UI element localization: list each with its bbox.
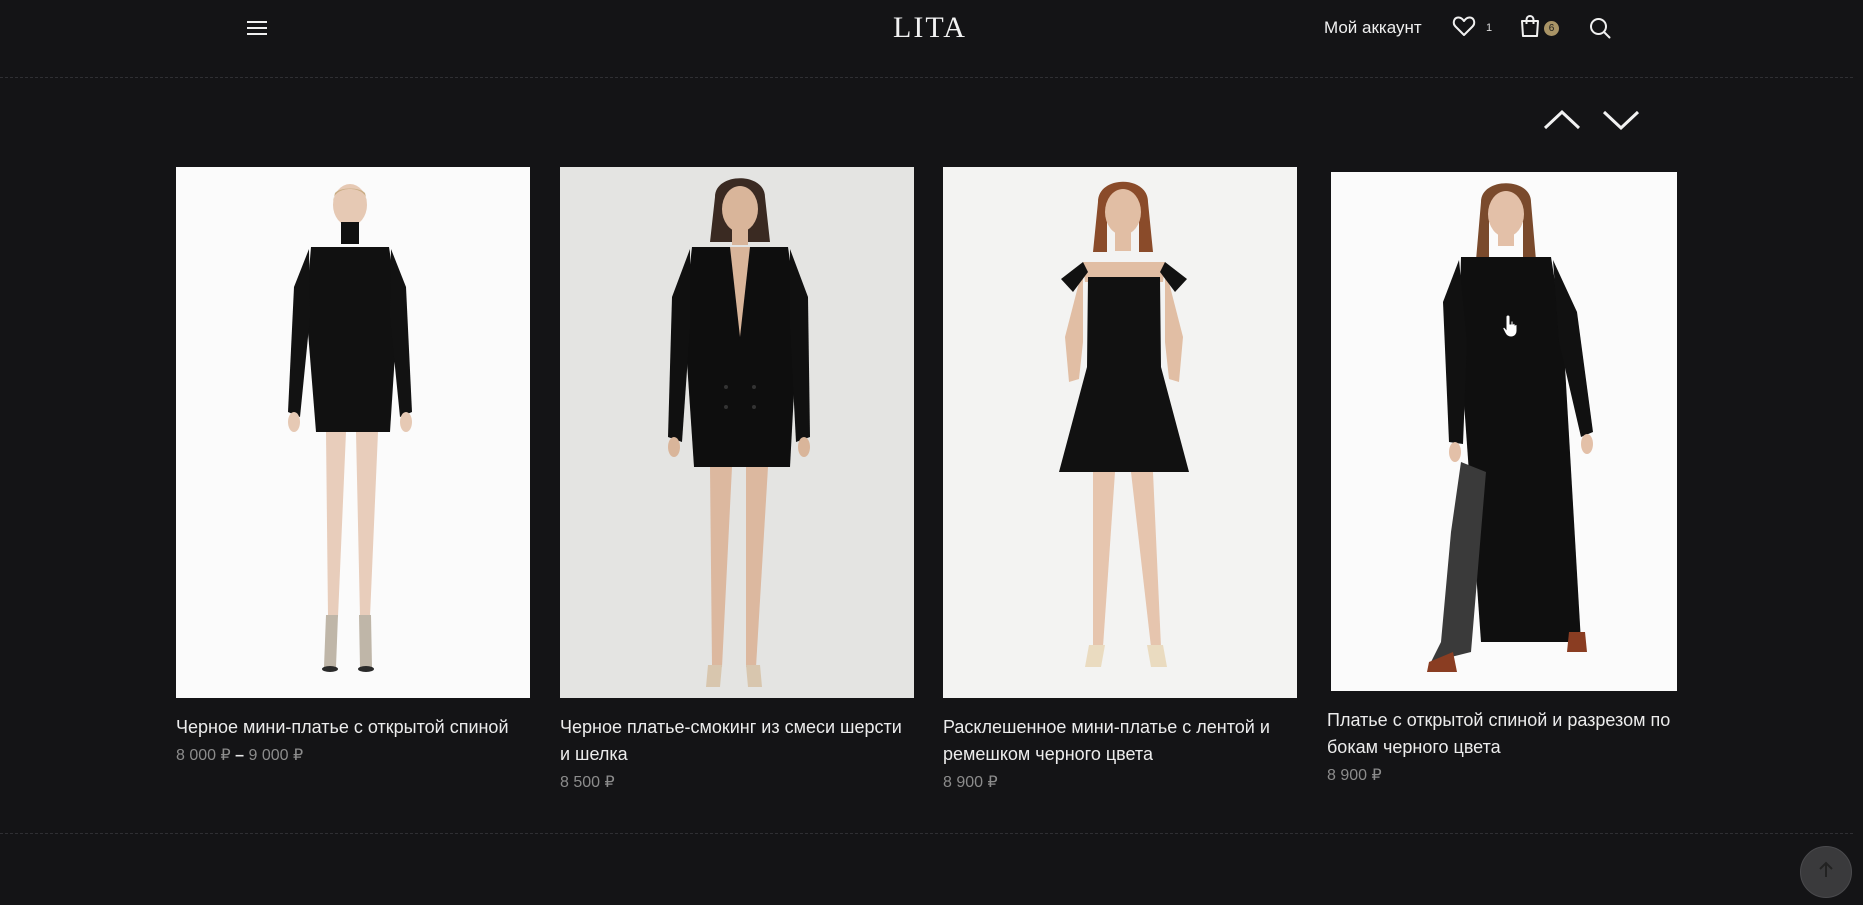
header-divider [0, 77, 1853, 78]
site-logo[interactable]: LITA [870, 6, 990, 50]
product-image[interactable] [176, 167, 530, 698]
product-name[interactable]: Платье с открытой спиной и разрезом по б… [1327, 707, 1681, 761]
product-image[interactable] [943, 167, 1297, 698]
product-price: 8 000 ₽ – 9 000 ₽ [176, 747, 304, 764]
search-icon[interactable] [1587, 15, 1613, 41]
page: LITA Мой аккаунт 1 6 Черное мини-платье … [0, 0, 1863, 905]
product-image[interactable] [560, 167, 914, 698]
product-price: 8 900 ₽ [1327, 767, 1382, 784]
hand-cursor-icon [1502, 314, 1520, 338]
product-price: 8 900 ₽ [943, 774, 998, 791]
carousel-prev-arrow-icon[interactable] [1542, 104, 1582, 134]
product-name[interactable]: Черное мини-платье с открытой спиной [176, 714, 530, 741]
my-account-link[interactable]: Мой аккаунт [1324, 14, 1422, 42]
arrow-up-icon [1816, 860, 1836, 885]
site-header: LITA Мой аккаунт 1 6 [0, 0, 1863, 78]
hamburger-menu-icon[interactable] [244, 16, 270, 40]
product-card[interactable]: Платье с открытой спиной и разрезом по б… [1327, 167, 1681, 785]
product-image[interactable] [1331, 172, 1677, 691]
section-divider [0, 833, 1853, 834]
product-card[interactable]: Расклешенное мини-платье с лентой и реме… [943, 167, 1297, 792]
product-card[interactable]: Черное платье-смокинг из смеси шерсти и … [560, 167, 914, 792]
wishlist-count: 1 [1486, 22, 1493, 34]
wishlist-button[interactable]: 1 [1452, 14, 1492, 42]
shopping-bag-icon [1519, 14, 1541, 43]
carousel-next-arrow-icon[interactable] [1601, 104, 1641, 134]
product-name[interactable]: Расклешенное мини-платье с лентой и реме… [943, 714, 1297, 768]
cart-button[interactable]: 6 [1519, 14, 1559, 42]
product-price: 8 500 ₽ [560, 774, 615, 791]
product-name[interactable]: Черное платье-смокинг из смеси шерсти и … [560, 714, 914, 768]
heart-icon [1452, 15, 1476, 42]
product-card[interactable]: Черное мини-платье с открытой спиной 8 0… [176, 167, 530, 765]
scroll-to-top-button[interactable] [1800, 846, 1852, 898]
cart-count-badge: 6 [1544, 20, 1559, 36]
